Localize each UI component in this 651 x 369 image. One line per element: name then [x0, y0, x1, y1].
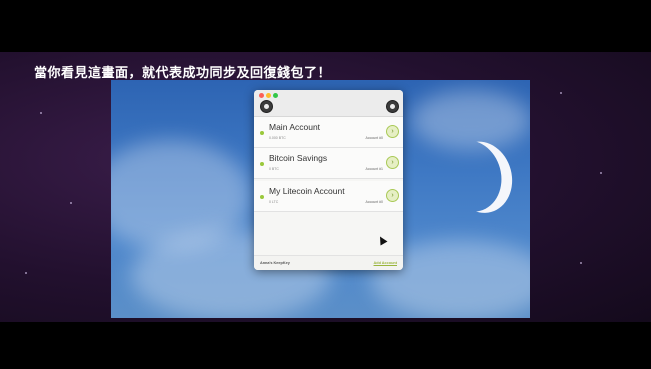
- account-number: Account #1: [365, 167, 383, 171]
- account-name: Main Account: [269, 122, 321, 132]
- minimize-window-button[interactable]: [266, 93, 271, 98]
- window-titlebar: [254, 90, 403, 117]
- account-row-main[interactable]: Main Account 0.000 BTC Account #0 ›: [254, 117, 403, 148]
- status-dot: [260, 131, 264, 135]
- star: [600, 172, 602, 174]
- letterbox-top: [0, 0, 651, 52]
- gear-icon[interactable]: [386, 100, 399, 113]
- status-dot: [260, 162, 264, 166]
- gear-icon[interactable]: [260, 100, 273, 113]
- star: [40, 112, 42, 114]
- chevron-right-icon[interactable]: ›: [386, 156, 399, 169]
- star: [560, 92, 562, 94]
- account-number: Account #0: [365, 200, 383, 204]
- chevron-right-icon[interactable]: ›: [386, 189, 399, 202]
- star: [25, 272, 27, 274]
- video-caption: 當你看見這畫面，就代表成功同步及回復錢包了！: [34, 66, 332, 81]
- account-row-litecoin[interactable]: My Litecoin Account 0 LTC Account #0 ›: [254, 181, 403, 212]
- status-dot: [260, 195, 264, 199]
- letterbox-bottom: [0, 322, 651, 369]
- account-name: Bitcoin Savings: [269, 153, 328, 163]
- account-number: Account #0: [365, 136, 383, 140]
- account-name: My Litecoin Account: [269, 186, 345, 196]
- device-name: Anna's KeepKey: [260, 261, 290, 265]
- star: [580, 262, 582, 264]
- account-balance: 0.000 BTC: [269, 136, 286, 140]
- chevron-right-icon[interactable]: ›: [386, 125, 399, 138]
- zoom-window-button[interactable]: [273, 93, 278, 98]
- close-window-button[interactable]: [259, 93, 264, 98]
- account-balance: 0 BTC: [269, 167, 279, 171]
- account-balance: 0 LTC: [269, 200, 279, 204]
- add-account-link[interactable]: Add Account: [374, 261, 397, 265]
- app-footer: Anna's KeepKey Add Account: [254, 255, 403, 270]
- star: [70, 202, 72, 204]
- account-row-bitcoin-savings[interactable]: Bitcoin Savings 0 BTC Account #1 ›: [254, 148, 403, 179]
